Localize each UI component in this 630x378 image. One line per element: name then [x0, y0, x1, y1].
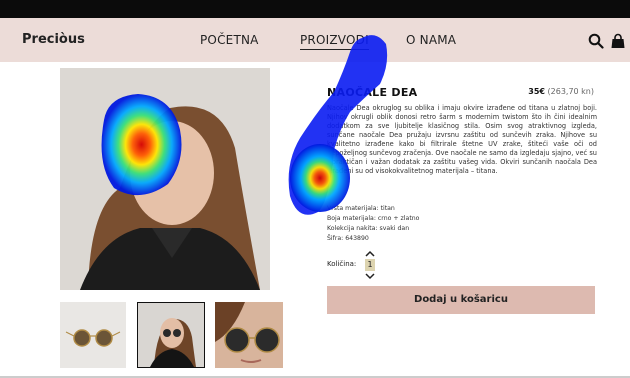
nav-link-pocetna[interactable]: POČETNA: [200, 33, 259, 47]
product-title: NAOČALE DEA: [327, 86, 418, 99]
logo[interactable]: Preciòus: [22, 32, 85, 47]
navbar: Preciòus POČETNA PROIZVODI O NAMA: [0, 18, 630, 62]
price-eur: 35€: [528, 87, 545, 96]
price-hrk: (263,70 kn): [547, 87, 594, 96]
spec-material: Vrsta materijala: titan: [327, 205, 395, 212]
thumbnail-1[interactable]: [60, 302, 126, 368]
quantity-label: Količina:: [327, 260, 357, 268]
spec-code: Šifra: 643890: [327, 235, 369, 242]
add-to-cart-button[interactable]: Dodaj u košaricu: [327, 286, 595, 314]
thumbnail-3[interactable]: [215, 302, 283, 368]
search-icon[interactable]: [588, 33, 604, 49]
chevron-up-icon[interactable]: [364, 250, 376, 258]
chevron-down-icon[interactable]: [364, 272, 376, 280]
product-description: Naočale Dea okruglog su oblika i imaju o…: [327, 104, 597, 175]
top-bar: [0, 0, 630, 18]
quantity-input[interactable]: 1: [365, 259, 375, 271]
product-main-image: [60, 68, 270, 290]
product-price: 35€ (263,70 kn): [528, 87, 594, 96]
spec-collection: Kolekcija nakita: svaki dan: [327, 225, 410, 232]
nav-link-o-nama[interactable]: O NAMA: [406, 33, 456, 47]
spec-color: Boja materijala: crno + zlatno: [327, 215, 420, 222]
nav-link-proizvodi[interactable]: PROIZVODI: [300, 33, 369, 50]
quantity-stepper: 1: [363, 250, 377, 280]
thumbnail-2[interactable]: [137, 302, 205, 368]
shopping-bag-icon[interactable]: [610, 33, 626, 49]
